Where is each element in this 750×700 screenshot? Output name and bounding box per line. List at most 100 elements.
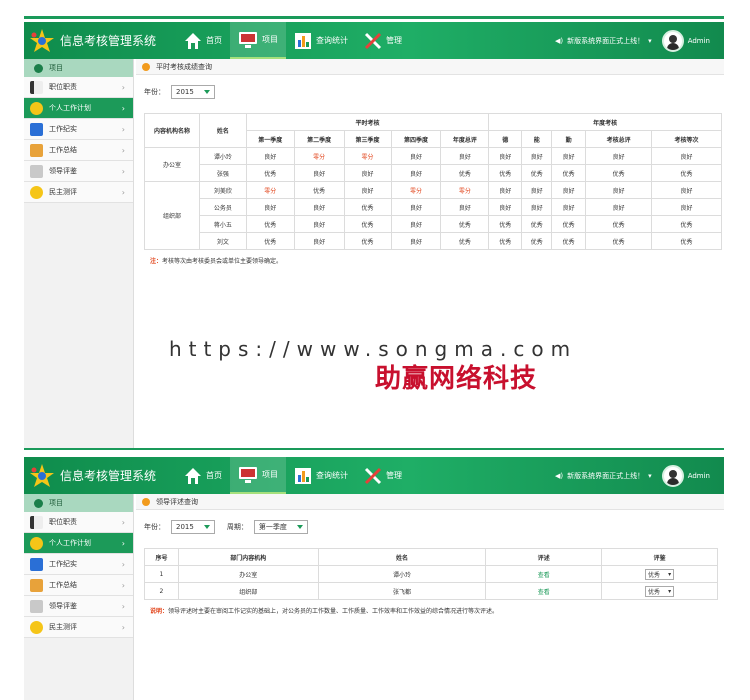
- grade-cell: 良好: [488, 198, 523, 216]
- top-strip: [24, 16, 724, 19]
- name-cell: 刘文: [198, 232, 247, 250]
- header-annual-col: 考核总评: [585, 130, 653, 148]
- chevron-right-icon: ›: [121, 538, 125, 548]
- note-label: 注：: [150, 258, 163, 265]
- house-icon: [185, 32, 201, 49]
- grade-cell: 良好: [521, 147, 553, 165]
- rating-value: 优秀: [648, 571, 661, 579]
- name-cell: 张强: [198, 164, 247, 182]
- chevron-right-icon: ›: [121, 559, 125, 569]
- header-name: 姓名: [198, 113, 247, 148]
- nav-manage[interactable]: 管理: [356, 22, 410, 59]
- sidebar-item-democratic[interactable]: 民主测评 ›: [24, 182, 133, 203]
- nav-query[interactable]: 查询统计: [286, 22, 356, 59]
- grade-cell: 良好: [585, 181, 653, 199]
- comment-cell: 查看: [485, 582, 603, 600]
- app-header: 信息考核管理系统 首页 项目 查询统计 管理 ◀) 新版系统界面正式上线！ ▾ …: [24, 22, 724, 59]
- notice[interactable]: ◀) 新版系统界面正式上线！ ▾: [555, 471, 652, 481]
- table-row: 公务员 良好 良好 优秀 良好 良好 良好 良好 良好 良好 良好: [145, 198, 722, 216]
- grade-cell: 零分: [390, 181, 442, 199]
- sidebar-item-duties[interactable]: 职位职责 ›: [24, 512, 133, 533]
- user-name: Admin: [687, 471, 710, 480]
- sidebar-header[interactable]: 项目: [24, 494, 133, 512]
- sidebar-item-summary[interactable]: 工作总结 ›: [24, 575, 133, 596]
- panel-regular-assessment: 信息考核管理系统 首页 项目 查询统计 管理 ◀) 新版系统界面正式上线！ ▾ …: [24, 22, 724, 448]
- table-header: 评鉴: [601, 548, 718, 566]
- tools-icon: [364, 467, 382, 484]
- nav-project-label: 项目: [262, 470, 278, 479]
- year-label: 年份：: [144, 523, 165, 531]
- grade-cell: 良好: [440, 147, 490, 165]
- nav-home-label: 首页: [206, 471, 222, 480]
- grade-cell: 良好: [390, 164, 442, 182]
- view-comment-link[interactable]: 查看: [538, 572, 550, 579]
- watermark-brand: 助赢网络科技: [375, 364, 538, 394]
- nav-home[interactable]: 首页: [176, 457, 230, 494]
- notice[interactable]: ◀) 新版系统界面正式上线！ ▾: [555, 36, 652, 46]
- sidebar-item-label: 领导评鉴: [49, 167, 77, 175]
- note: 注：考核等次由考核委员会或单位主要领导确定。: [150, 256, 724, 265]
- grade-cell: 良好: [293, 198, 345, 216]
- grade-cell: 优秀: [488, 164, 523, 182]
- sidebar-item-label: 领导评鉴: [49, 602, 77, 610]
- rating-cell: 优秀 ▾: [601, 582, 718, 600]
- sidebar-item-duties[interactable]: 职位职责 ›: [24, 77, 133, 98]
- grade-cell: 优秀: [245, 232, 295, 250]
- grade-cell: 良好: [390, 232, 442, 250]
- grade-cell: 优秀: [245, 215, 295, 233]
- nav-query-label: 查询统计: [316, 471, 348, 480]
- user-menu[interactable]: Admin: [661, 29, 710, 52]
- grade-cell: 良好: [293, 232, 345, 250]
- monitor-icon: [30, 122, 43, 136]
- sidebar-item-leader-review[interactable]: 领导评鉴 ›: [24, 161, 133, 182]
- breadcrumb-text: 领导评述查询: [156, 497, 198, 506]
- name-cell: 谭小玲: [198, 147, 247, 165]
- nav-manage[interactable]: 管理: [356, 457, 410, 494]
- no-cell: 2: [144, 582, 179, 600]
- grade-cell: 良好: [585, 198, 653, 216]
- name-cell: 张飞都: [317, 582, 487, 600]
- notice-text: 新版系统界面正式上线！: [567, 471, 645, 480]
- grade-cell: 良好: [343, 164, 392, 182]
- breadcrumb: 平时考核成绩查询: [136, 59, 724, 75]
- sidebar-item-label: 个人工作计划: [49, 539, 91, 547]
- rating-select[interactable]: 优秀 ▾: [645, 568, 675, 580]
- sidebar-item-summary[interactable]: 工作总结 ›: [24, 140, 133, 161]
- breadcrumb-text: 平时考核成绩查询: [156, 62, 212, 71]
- house-icon: [185, 467, 201, 484]
- sidebar-item-democratic[interactable]: 民主测评 ›: [24, 617, 133, 638]
- sidebar-item-record[interactable]: 工作纪实 ›: [24, 554, 133, 575]
- year-select[interactable]: 2015: [171, 520, 215, 534]
- sidebar-item-leader-review[interactable]: 领导评鉴 ›: [24, 596, 133, 617]
- grade-cell: 优秀: [585, 215, 653, 233]
- user-menu[interactable]: Admin: [661, 464, 710, 487]
- bullet-icon: [142, 62, 150, 71]
- grade-cell: 良好: [390, 215, 442, 233]
- note-text: 领导评述时主要在审阅工作记实的基础上，对公务员的工作数量、工作质量、工作效率和工…: [168, 608, 499, 615]
- sidebar-item-record[interactable]: 工作纪实 ›: [24, 119, 133, 140]
- grade-cell: 优秀: [585, 164, 653, 182]
- chevron-right-icon: ›: [121, 517, 125, 527]
- main-content: 领导评述查询 年份： 2015 周期： 第一季度 序号 部门内容机构 姓名 评述 评鉴 …: [136, 494, 724, 700]
- header-regular-col: 年度总评: [440, 130, 490, 148]
- view-comment-link[interactable]: 查看: [538, 589, 550, 596]
- nav-project[interactable]: 项目: [230, 457, 286, 494]
- rating-select[interactable]: 优秀 ▾: [645, 585, 675, 597]
- header-regular-col: 第四季度: [390, 130, 442, 148]
- clock-icon: [30, 101, 43, 115]
- nav-query[interactable]: 查询统计: [286, 457, 356, 494]
- chevron-right-icon: ›: [121, 601, 125, 611]
- sidebar-header[interactable]: 项目: [24, 59, 133, 77]
- year-select[interactable]: 2015: [171, 85, 215, 99]
- grade-cell: 优秀: [551, 215, 587, 233]
- table-row: 1 办公室 谭小玲 查看 优秀 ▾: [144, 565, 718, 583]
- name-cell: 刘美欣: [198, 181, 247, 199]
- grade-cell: 良好: [293, 215, 345, 233]
- sidebar-item-plan[interactable]: 个人工作计划 ›: [24, 533, 133, 554]
- period-select[interactable]: 第一季度: [253, 520, 308, 534]
- sidebar-item-label: 工作总结: [49, 581, 77, 589]
- nav-project[interactable]: 项目: [230, 22, 286, 59]
- sidebar-item-plan[interactable]: 个人工作计划 ›: [24, 98, 133, 119]
- table-header: 姓名: [317, 548, 487, 566]
- nav-home[interactable]: 首页: [176, 22, 230, 59]
